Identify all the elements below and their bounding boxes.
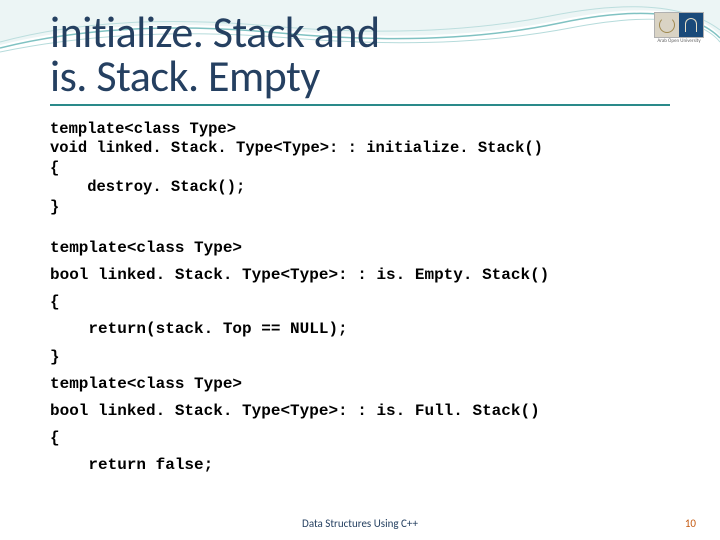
- code-block-initialize: template<class Type> void linked. Stack.…: [50, 120, 670, 217]
- title-underline: [50, 104, 670, 106]
- title-line-2: is. Stack. Empty: [50, 49, 320, 103]
- university-logo: Arab Open University: [654, 12, 704, 54]
- footer-text: Data Structures Using C++: [0, 517, 720, 530]
- logo-caption: Arab Open University: [654, 39, 704, 45]
- page-number: 10: [685, 517, 696, 530]
- slide-title: initialize. Stack and is. Stack. Empty: [50, 10, 670, 98]
- code-block-isempty-isfull: template<class Type> bool linked. Stack.…: [50, 235, 670, 480]
